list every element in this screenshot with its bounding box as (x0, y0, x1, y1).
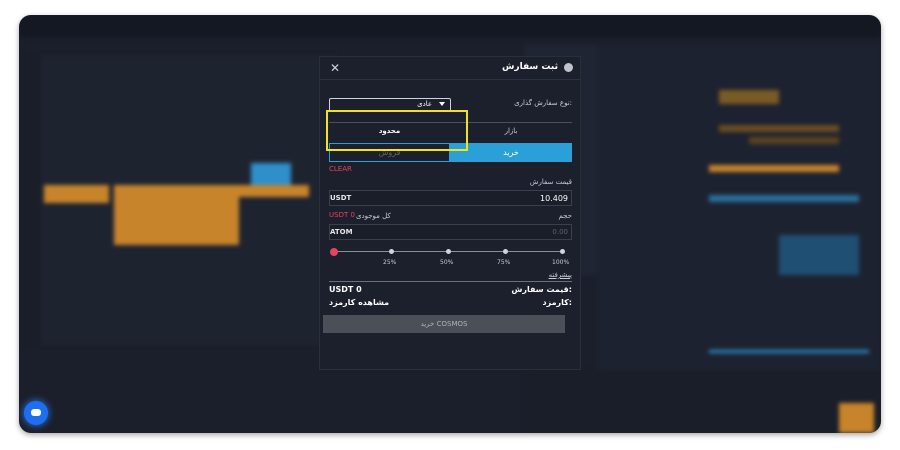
order-type-label: نوع سفارش گذاری: (514, 99, 572, 107)
order-total-label: قیمت سفارش: (511, 285, 572, 294)
depth-chart-area (839, 403, 874, 433)
order-total-value: USDT 0 (329, 285, 362, 294)
slider-label-100: 100% (552, 259, 570, 266)
chart-toolbar (19, 55, 41, 345)
tab-market[interactable]: بازار (450, 123, 572, 139)
clear-button[interactable]: CLEAR (329, 165, 352, 173)
order-book-row (719, 125, 839, 132)
modal-title: ثبت سفارش (501, 62, 558, 72)
slider-mark-75[interactable] (503, 249, 508, 254)
advanced-link[interactable]: پیشرفته (549, 271, 572, 279)
chevron-down-icon (439, 102, 445, 106)
slider-mark-25[interactable] (389, 249, 394, 254)
volume-input[interactable]: ATOM 0.00 (329, 224, 572, 240)
close-icon[interactable]: ✕ (330, 61, 340, 75)
slider-label-50: 50% (440, 259, 454, 266)
order-type-value: عادی (417, 100, 432, 108)
chart-orange-area (239, 185, 309, 197)
fee-link[interactable]: مشاهده کارمزد (329, 298, 389, 307)
price-label: قیمت سفارش (529, 178, 572, 186)
chart-orange-area (114, 185, 239, 245)
order-book-row (709, 195, 859, 202)
buy-toggle[interactable]: خرید (450, 143, 572, 162)
slider-label-75: 75% (497, 259, 511, 266)
order-book-row (749, 137, 839, 144)
order-book-row (779, 235, 859, 275)
chart-blue-area (251, 163, 291, 185)
volume-placeholder: 0.00 (552, 228, 568, 236)
available-label: کل موجودی (356, 212, 391, 220)
chart-orange-area (44, 185, 109, 203)
price-input[interactable]: USDT 10.409 (329, 190, 572, 206)
top-bar (19, 15, 881, 37)
slider-mark-100[interactable] (560, 249, 565, 254)
fee-label: کارمزد: (542, 298, 573, 307)
highlight-box (326, 110, 468, 151)
slider-mark-50[interactable] (446, 249, 451, 254)
divider (329, 281, 572, 282)
order-book-row (709, 350, 869, 353)
price-unit: USDT (330, 194, 352, 202)
price-value: 10.409 (540, 194, 568, 203)
chat-icon[interactable] (24, 401, 48, 425)
modal-header: ✕ ثبت سفارش (320, 57, 580, 80)
buy-submit-button[interactable]: خرید COSMOS (323, 315, 565, 333)
volume-unit: ATOM (330, 228, 353, 236)
available-value: USDT 0 (329, 211, 355, 219)
bottom-panel (524, 370, 881, 433)
order-book-row (709, 165, 839, 172)
order-modal: ✕ ثبت سفارش نوع سفارش گذاری: عادی بازار … (319, 56, 581, 370)
volume-label: حجم (558, 212, 572, 220)
order-book-row (719, 90, 779, 104)
coin-logo-icon (564, 63, 573, 72)
slider-label-25: 25% (383, 259, 397, 266)
slider-handle[interactable] (330, 248, 338, 256)
